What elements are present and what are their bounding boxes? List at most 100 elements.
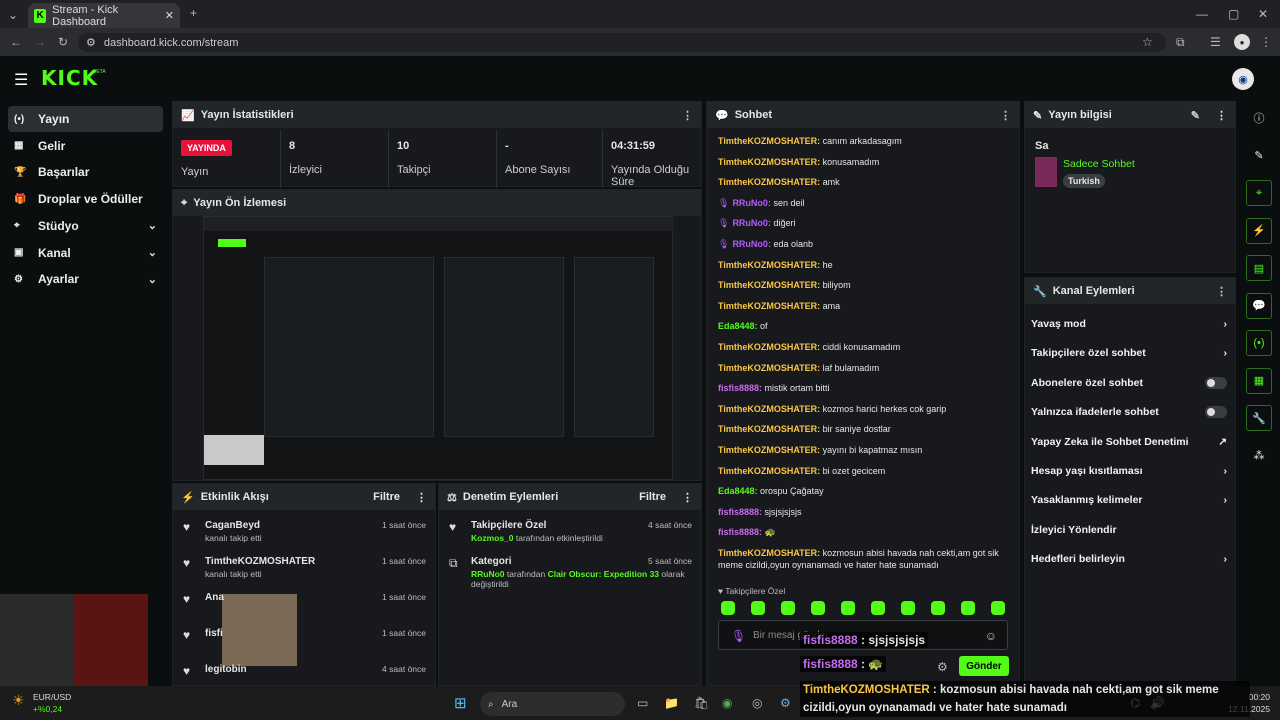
channel-action-row[interactable]: Hedefleri belirleyin › bbox=[1031, 553, 1227, 565]
task-view-icon[interactable]: ▭ bbox=[637, 696, 648, 710]
channel-action-row[interactable]: Yavaş mod › bbox=[1031, 318, 1227, 330]
toggle-switch[interactable] bbox=[1205, 376, 1227, 389]
emote-icon[interactable] bbox=[871, 601, 885, 615]
moderation-filter-button[interactable]: Filtre bbox=[639, 491, 666, 503]
hamburger-menu-icon[interactable]: ☰ bbox=[14, 70, 28, 90]
chat-settings-icon[interactable]: ⚙ bbox=[937, 660, 948, 674]
browser-tab[interactable]: K Stream - Kick Dashboard ✕ bbox=[28, 3, 180, 28]
external-link-icon[interactable]: ↗ bbox=[1218, 436, 1227, 448]
emoji-picker-icon[interactable]: ☺ bbox=[985, 629, 997, 643]
chat-username[interactable]: RRuNo0 bbox=[732, 198, 768, 208]
chat-username[interactable]: TimtheKOZMOSHATER bbox=[718, 301, 817, 311]
toggle-switch[interactable] bbox=[1205, 406, 1227, 419]
emote-icon[interactable] bbox=[931, 601, 945, 615]
chat-username[interactable]: TimtheKOZMOSHATER bbox=[718, 342, 817, 352]
stream-info-menu-icon[interactable]: ⋮ bbox=[1216, 109, 1227, 122]
chat-username[interactable]: fisfis8888 bbox=[718, 383, 759, 393]
channel-action-row[interactable]: Abonelere özel sohbet bbox=[1031, 376, 1227, 389]
site-info-icon[interactable]: ⚙ bbox=[86, 36, 96, 49]
moderation-menu-icon[interactable]: ⋮ bbox=[682, 491, 693, 504]
ticker-symbol[interactable]: EUR/USD bbox=[33, 692, 71, 702]
chevron-right-icon[interactable]: › bbox=[1224, 553, 1228, 565]
send-button[interactable]: Gönder bbox=[959, 656, 1009, 676]
sidebar-item[interactable]: ⚙ Ayarlar ⌄ bbox=[8, 266, 163, 292]
sidebar-item[interactable]: 🎁 Droplar ve Ödüller bbox=[8, 186, 163, 212]
channel-action-row[interactable]: Yalnızca ifadelerle sohbet bbox=[1031, 406, 1227, 419]
user-avatar[interactable]: ◉ bbox=[1232, 68, 1254, 90]
chat-username[interactable]: Eda8448 bbox=[718, 321, 755, 331]
browser-menu-icon[interactable]: ⋮ bbox=[1260, 35, 1272, 49]
stats-menu-icon[interactable]: ⋮ bbox=[682, 109, 693, 122]
chat-username[interactable]: TimtheKOZMOSHATER bbox=[718, 548, 817, 558]
sidebar-item[interactable]: ▦ Gelir bbox=[8, 133, 163, 159]
close-tab-icon[interactable]: ✕ bbox=[165, 9, 174, 22]
activity-menu-icon[interactable]: ⋮ bbox=[416, 491, 427, 504]
chat-username[interactable]: RRuNo0 bbox=[732, 218, 768, 228]
screen-icon[interactable]: ⌖ bbox=[1246, 180, 1272, 206]
sidebar-item[interactable]: 🏆 Başarılar bbox=[8, 159, 163, 185]
forward-icon[interactable]: → bbox=[34, 35, 46, 49]
mic-icon[interactable]: 🎙 bbox=[731, 629, 746, 643]
chat-username[interactable]: fisfis8888 bbox=[718, 507, 759, 517]
chat-username[interactable]: RRuNo0 bbox=[732, 239, 768, 249]
reload-icon[interactable]: ↻ bbox=[58, 35, 68, 49]
edit-info-icon[interactable]: ✎ bbox=[1191, 109, 1200, 122]
chat-username[interactable]: TimtheKOZMOSHATER bbox=[718, 363, 817, 373]
extensions-icon[interactable]: ⧉ bbox=[1176, 35, 1185, 50]
moderation-game[interactable]: Clair Obscur: Expedition 33 bbox=[548, 569, 659, 579]
channel-actions-menu-icon[interactable]: ⋮ bbox=[1216, 285, 1227, 298]
chat-username[interactable]: TimtheKOZMOSHATER bbox=[718, 136, 817, 146]
chat-username[interactable]: TimtheKOZMOSHATER bbox=[718, 404, 817, 414]
maximize-icon[interactable]: ▢ bbox=[1228, 7, 1239, 21]
wrench-icon[interactable]: 🔧 bbox=[1246, 405, 1272, 431]
emote-icon[interactable] bbox=[901, 601, 915, 615]
chevron-right-icon[interactable]: › bbox=[1224, 465, 1228, 477]
chevron-down-icon[interactable]: ⌄ bbox=[148, 219, 157, 232]
chat-username[interactable]: fisfis8888 bbox=[718, 527, 759, 537]
channel-action-row[interactable]: Yasaklanmış kelimeler › bbox=[1031, 494, 1227, 506]
broadcast-icon[interactable]: (•) bbox=[1246, 330, 1272, 356]
new-tab-icon[interactable]: + bbox=[190, 6, 197, 20]
emote-icon[interactable] bbox=[721, 601, 735, 615]
app-icon[interactable]: ◎ bbox=[752, 696, 762, 710]
weather-widget-icon[interactable]: ☀ bbox=[12, 692, 25, 709]
channel-action-row[interactable]: Hesap yaşı kısıtlaması › bbox=[1031, 465, 1227, 477]
sidebar-item[interactable]: ▣ Kanal ⌄ bbox=[8, 240, 163, 266]
steam-icon[interactable]: ⚙ bbox=[780, 696, 791, 710]
edit-icon[interactable]: ✎ bbox=[1246, 143, 1272, 169]
info-icon[interactable]: ⓘ bbox=[1246, 105, 1272, 131]
file-explorer-icon[interactable]: 📁 bbox=[664, 696, 679, 710]
chat-username[interactable]: TimtheKOZMOSHATER bbox=[718, 157, 817, 167]
chat-username[interactable]: TimtheKOZMOSHATER bbox=[718, 424, 817, 434]
category-name[interactable]: Sadece Sohbet bbox=[1063, 158, 1135, 170]
emote-icon[interactable] bbox=[961, 601, 975, 615]
start-menu-icon[interactable]: ⊞ bbox=[454, 694, 467, 712]
kick-logo[interactable]: KICK bbox=[41, 66, 98, 90]
channel-action-row[interactable]: İzleyici Yönlendir bbox=[1031, 524, 1227, 536]
chat-username[interactable]: TimtheKOZMOSHATER bbox=[718, 280, 817, 290]
taskbar-search[interactable]: ⌕ Ara bbox=[480, 692, 625, 716]
chrome-icon[interactable]: ◉ bbox=[722, 696, 732, 710]
more-icon[interactable]: ⁂ bbox=[1246, 443, 1272, 469]
address-bar[interactable]: ⚙ dashboard.kick.com/stream bbox=[78, 33, 1166, 52]
activity-filter-button[interactable]: Filtre bbox=[373, 491, 400, 503]
lightning-icon[interactable]: ⚡ bbox=[1246, 217, 1272, 244]
channel-action-row[interactable]: Yapay Zeka ile Sohbet Denetimi ↗ bbox=[1031, 436, 1227, 448]
chevron-right-icon[interactable]: › bbox=[1224, 494, 1228, 506]
moderation-actor[interactable]: RRuNo0 bbox=[471, 569, 505, 579]
emote-icon[interactable] bbox=[751, 601, 765, 615]
sidebar-item[interactable]: ⌖ Stüdyo ⌄ bbox=[8, 213, 163, 239]
chevron-down-icon[interactable]: ⌄ bbox=[148, 273, 157, 286]
stream-preview-video[interactable] bbox=[203, 216, 674, 480]
store-icon[interactable]: 🛍 bbox=[694, 696, 709, 710]
profile-avatar-icon[interactable]: ● bbox=[1234, 34, 1250, 50]
window-close-icon[interactable]: ✕ bbox=[1258, 7, 1268, 21]
back-icon[interactable]: ← bbox=[10, 35, 22, 49]
chat-icon[interactable]: 💬 bbox=[1246, 292, 1272, 319]
layout-icon[interactable]: ▦ bbox=[1246, 367, 1272, 394]
chat-username[interactable]: TimtheKOZMOSHATER bbox=[718, 177, 817, 187]
moderation-actor[interactable]: Kozmos_0 bbox=[471, 533, 514, 543]
bookmark-star-icon[interactable]: ☆ bbox=[1142, 35, 1153, 49]
chat-menu-icon[interactable]: ⋮ bbox=[1000, 109, 1011, 122]
chat-username[interactable]: Eda8448 bbox=[718, 486, 755, 496]
